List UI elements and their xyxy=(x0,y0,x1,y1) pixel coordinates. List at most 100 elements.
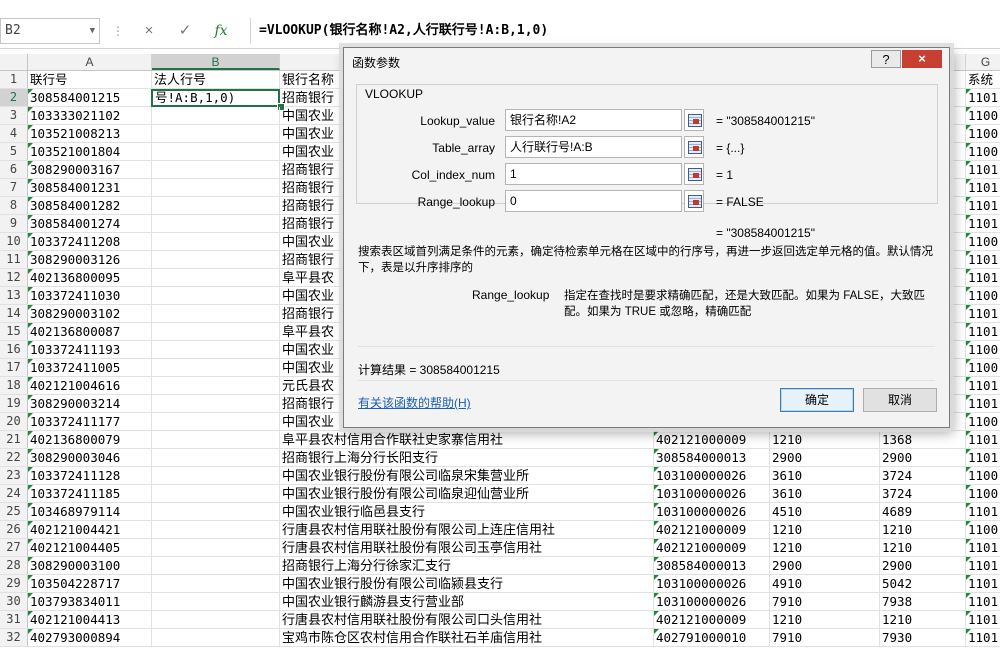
cell-g[interactable]: 1100 xyxy=(966,467,1000,484)
cell-a[interactable]: 103372411128 xyxy=(28,467,152,484)
row-header[interactable]: 22 xyxy=(0,449,28,466)
cell-f[interactable]: 7938 xyxy=(880,593,966,610)
cell-c[interactable]: 中国农业银行股份有限公司临泉迎仙营业所 xyxy=(280,485,654,502)
cell-c[interactable]: 中国农业银行临邑县支行 xyxy=(280,503,654,520)
col-index-num-input[interactable]: 1 xyxy=(505,163,682,185)
cell-a[interactable]: 402121004616 xyxy=(28,377,152,394)
range-select-icon[interactable] xyxy=(684,136,704,158)
cell-f[interactable]: 3724 xyxy=(880,467,966,484)
help-icon[interactable]: ? xyxy=(871,50,901,68)
cell-g[interactable]: 1101 xyxy=(966,431,1000,448)
cell-b[interactable] xyxy=(152,629,280,646)
cancel-button[interactable]: 取消 xyxy=(863,388,937,412)
cell-a[interactable]: 308584001231 xyxy=(28,179,152,196)
cell-b[interactable] xyxy=(152,431,280,448)
cell-e[interactable]: 3610 xyxy=(770,485,880,502)
close-icon[interactable]: × xyxy=(902,50,942,68)
formula-input[interactable]: =VLOOKUP(银行名称!A2,人行联行号!A:B,1,0) xyxy=(250,18,1000,44)
cell-f[interactable]: 7930 xyxy=(880,629,966,646)
cell-b[interactable] xyxy=(152,143,280,160)
cell-g[interactable]: 系统 xyxy=(966,71,1000,88)
cell-b[interactable] xyxy=(152,521,280,538)
cell-b[interactable] xyxy=(152,611,280,628)
row-header[interactable]: 26 xyxy=(0,521,28,538)
cell-d[interactable]: 402791000010 xyxy=(654,629,770,646)
range-select-icon[interactable] xyxy=(684,190,704,212)
cell-a[interactable]: 103372411177 xyxy=(28,413,152,430)
row-header[interactable]: 31 xyxy=(0,611,28,628)
cell-b[interactable] xyxy=(152,449,280,466)
cell-a[interactable]: 308290003214 xyxy=(28,395,152,412)
row-header[interactable]: 28 xyxy=(0,557,28,574)
cell-a[interactable]: 103372411005 xyxy=(28,359,152,376)
cell-b[interactable] xyxy=(152,485,280,502)
row-header[interactable]: 3 xyxy=(0,107,28,124)
cell-g[interactable]: 1101 xyxy=(966,557,1000,574)
row-header[interactable]: 1 xyxy=(0,71,28,88)
cell-b[interactable] xyxy=(152,305,280,322)
cell-g[interactable]: 1101 xyxy=(966,89,1000,106)
row-header[interactable]: 11 xyxy=(0,251,28,268)
cell-g[interactable]: 1100 xyxy=(966,359,1000,376)
cell-g[interactable]: 1101 xyxy=(966,449,1000,466)
cell-a[interactable]: 402136800095 xyxy=(28,269,152,286)
cell-c[interactable]: 阜平县农村信用合作联社史家寨信用社 xyxy=(280,431,654,448)
cell-e[interactable]: 3610 xyxy=(770,467,880,484)
cell-f[interactable]: 2900 xyxy=(880,449,966,466)
range-select-icon[interactable] xyxy=(684,109,704,131)
cell-g[interactable]: 1101 xyxy=(966,539,1000,556)
cell-a[interactable]: 103504228717 xyxy=(28,575,152,592)
cell-a[interactable]: 308290003100 xyxy=(28,557,152,574)
cell-d[interactable]: 402121000009 xyxy=(654,611,770,628)
cell-d[interactable]: 402121000009 xyxy=(654,431,770,448)
cell-c[interactable]: 中国农业银行麟游县支行营业部 xyxy=(280,593,654,610)
cell-e[interactable]: 7910 xyxy=(770,593,880,610)
row-header[interactable]: 8 xyxy=(0,197,28,214)
cell-g[interactable]: 1100 xyxy=(966,485,1000,502)
cell-c[interactable]: 招商银行上海分行徐家汇支行 xyxy=(280,557,654,574)
cell-g[interactable]: 1101 xyxy=(966,251,1000,268)
active-cell-editor[interactable]: 号!A:B,1,0) xyxy=(151,89,280,107)
select-all-corner[interactable] xyxy=(0,54,28,70)
cell-a[interactable]: 103468979114 xyxy=(28,503,152,520)
cell-g[interactable]: 1100 xyxy=(966,413,1000,430)
cell-f[interactable]: 4689 xyxy=(880,503,966,520)
cell-d[interactable]: 308584000013 xyxy=(654,557,770,574)
cell-a[interactable]: 308584001282 xyxy=(28,197,152,214)
cell-g[interactable]: 1101 xyxy=(966,377,1000,394)
cell-g[interactable]: 1100 xyxy=(966,233,1000,250)
column-header-g[interactable]: G xyxy=(966,54,1000,70)
cell-a[interactable]: 308290003102 xyxy=(28,305,152,322)
row-header[interactable]: 25 xyxy=(0,503,28,520)
cell-g[interactable]: 1101 xyxy=(966,395,1000,412)
cell-e[interactable]: 1210 xyxy=(770,539,880,556)
cell-g[interactable]: 1100 xyxy=(966,287,1000,304)
chevron-down-icon[interactable]: ▼ xyxy=(90,19,95,43)
cell-d[interactable]: 308584000013 xyxy=(654,449,770,466)
cell-a[interactable]: 103333021102 xyxy=(28,107,152,124)
cell-f[interactable]: 5042 xyxy=(880,575,966,592)
cell-d[interactable]: 103100000026 xyxy=(654,575,770,592)
row-header[interactable]: 12 xyxy=(0,269,28,286)
cell-g[interactable]: 1101 xyxy=(966,161,1000,178)
range-select-icon[interactable] xyxy=(684,163,704,185)
cell-g[interactable]: 1101 xyxy=(966,629,1000,646)
row-header[interactable]: 2 xyxy=(0,89,28,106)
cell-e[interactable]: 4510 xyxy=(770,503,880,520)
insert-function-icon[interactable]: fx xyxy=(208,20,234,42)
row-header[interactable]: 6 xyxy=(0,161,28,178)
cell-g[interactable]: 1101 xyxy=(966,575,1000,592)
range-lookup-input[interactable]: 0 xyxy=(505,190,682,212)
cell-g[interactable]: 1101 xyxy=(966,503,1000,520)
cell-g[interactable]: 1101 xyxy=(966,593,1000,610)
cell-b[interactable] xyxy=(152,251,280,268)
cell-b[interactable] xyxy=(152,395,280,412)
row-header[interactable]: 10 xyxy=(0,233,28,250)
cell-g[interactable]: 1101 xyxy=(966,179,1000,196)
row-header[interactable]: 9 xyxy=(0,215,28,232)
cell-c[interactable]: 中国农业银行股份有限公司临泉宋集营业所 xyxy=(280,467,654,484)
enter-icon[interactable]: ✓ xyxy=(172,20,198,42)
column-header-b[interactable]: B xyxy=(152,54,280,70)
cell-a[interactable]: 103521008213 xyxy=(28,125,152,142)
cell-c[interactable]: 行唐县农村信用联社股份有限公司玉亭信用社 xyxy=(280,539,654,556)
